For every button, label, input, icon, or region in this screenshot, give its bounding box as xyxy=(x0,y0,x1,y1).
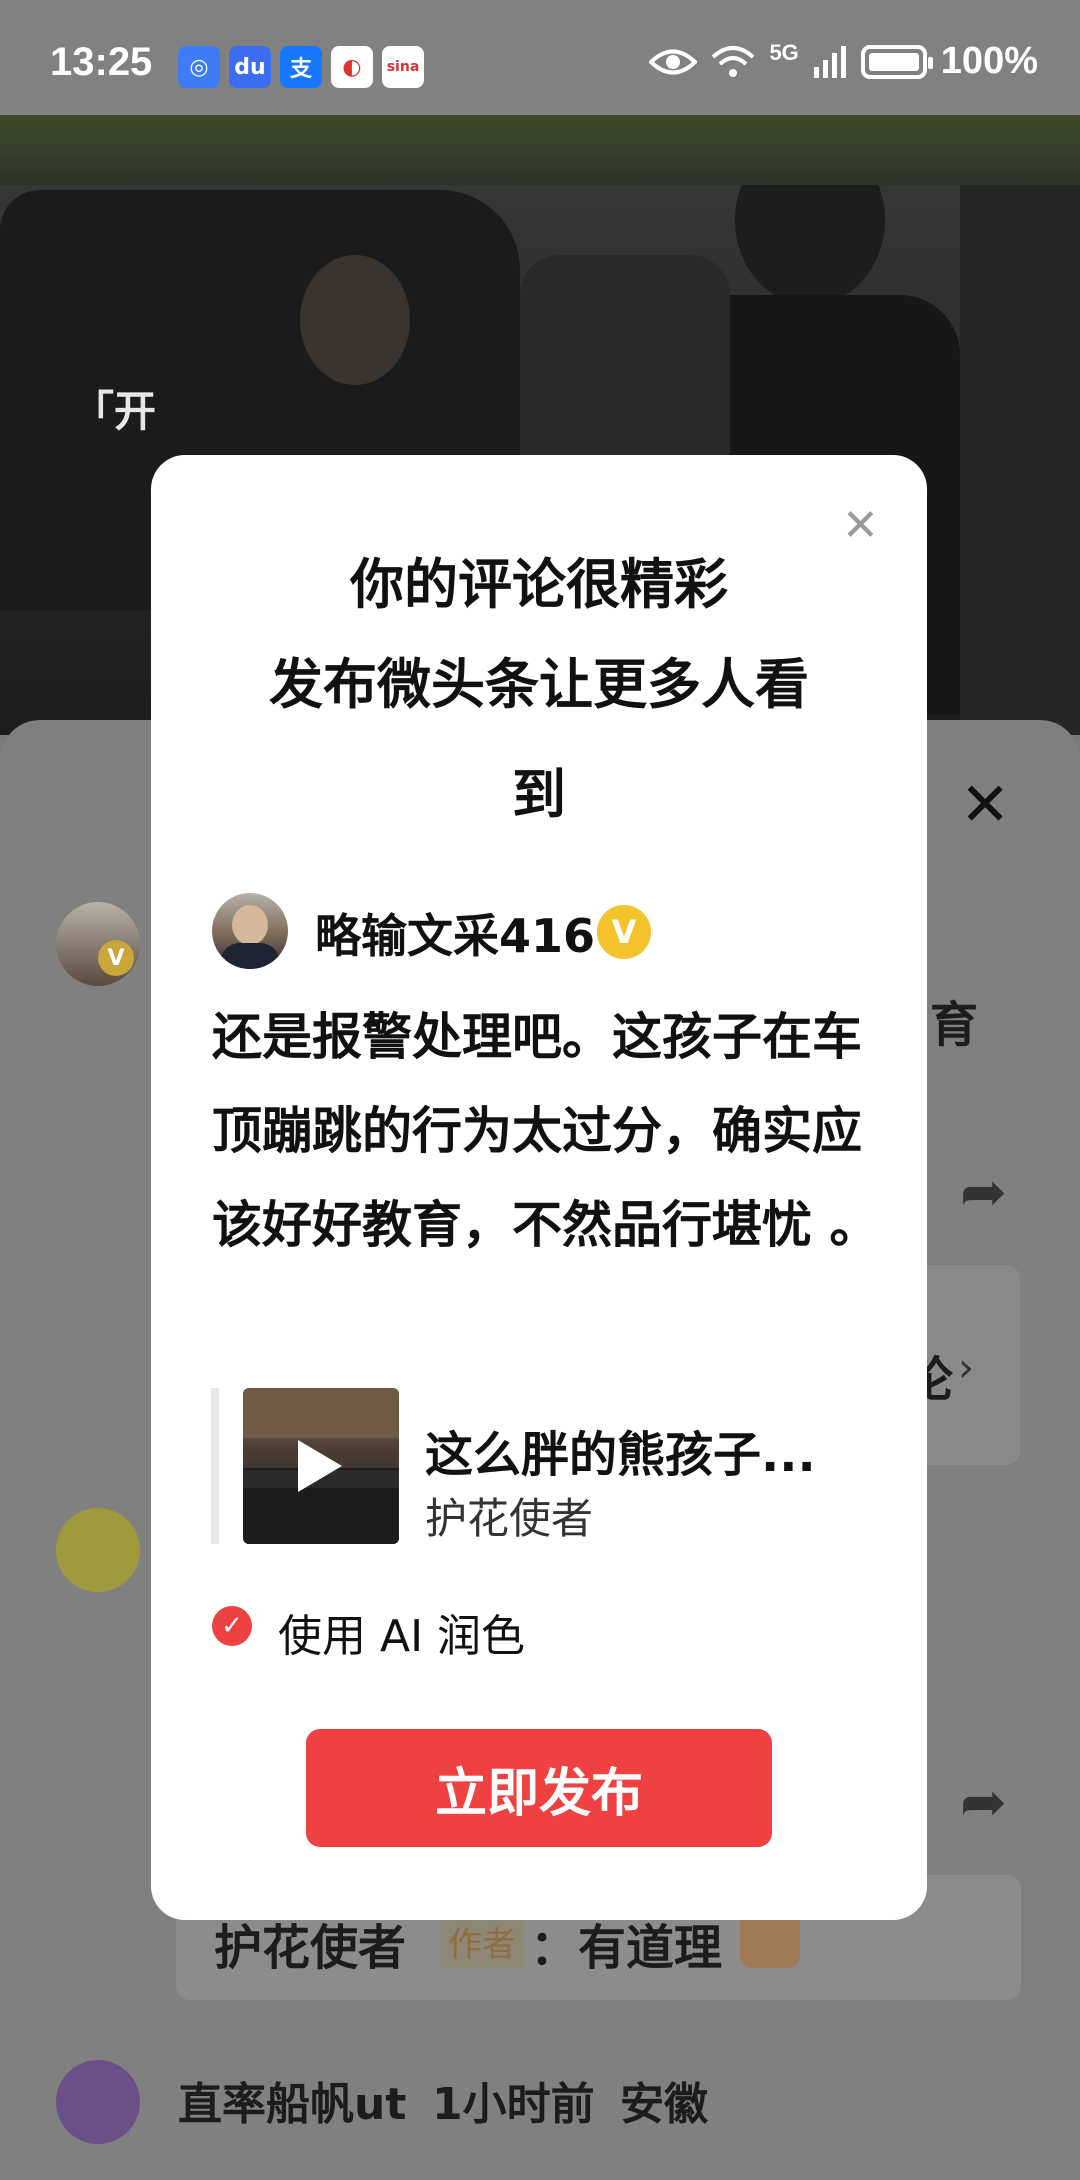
chevron-right-icon[interactable]: › xyxy=(958,1345,974,1391)
ai-polish-label[interactable]: 使用 AI 润色 xyxy=(278,1600,525,1664)
play-icon xyxy=(298,1440,342,1492)
quote-divider xyxy=(211,1388,219,1544)
close-icon[interactable]: ✕ xyxy=(960,770,1010,840)
publish-button[interactable]: 立即发布 xyxy=(306,1729,772,1847)
sina-icon: sina xyxy=(382,46,424,88)
baidu-icon: du xyxy=(229,46,271,88)
video-caption: 「开 xyxy=(72,387,157,436)
comment-time: 1小时前 xyxy=(432,2079,595,2130)
close-icon[interactable]: ✕ xyxy=(842,500,879,551)
video-scene-trees xyxy=(0,115,1080,185)
network-type: 5G xyxy=(769,40,799,65)
author-tag: 作者 xyxy=(440,1915,524,1968)
browser-icon: ◐ xyxy=(331,46,373,88)
avatar[interactable] xyxy=(56,1508,140,1592)
signal-icon xyxy=(813,45,846,78)
quoted-article-title[interactable]: 这么胖的熊孩子... xyxy=(425,1415,816,1485)
battery-level: 100% xyxy=(940,40,1038,82)
battery-icon xyxy=(860,44,933,79)
checkbox-checked-icon[interactable]: ✓ xyxy=(212,1606,252,1646)
verified-badge-icon: V xyxy=(597,905,651,959)
comment-location: 安徽 xyxy=(620,2079,708,2130)
thumbs-up-icon xyxy=(740,1912,800,1968)
alipay-icon: 支 xyxy=(280,46,322,88)
dialog-title: 你的评论很精彩 发布微头条让更多人看 到 xyxy=(151,545,927,835)
wifi-icon xyxy=(712,45,755,77)
share-icon[interactable]: ➦ xyxy=(960,1160,1007,1225)
user-name: 略输文采416 xyxy=(315,909,596,963)
avatar[interactable] xyxy=(56,2060,140,2144)
dialog-title-line: 发布微头条让更多人看 xyxy=(269,653,809,716)
status-indicators: 5G 100% xyxy=(649,40,1038,83)
share-icon[interactable]: ➦ xyxy=(960,1770,1007,1835)
dialog-title-line: 到 xyxy=(512,763,566,826)
scan-app-icon: ◎ xyxy=(178,46,220,88)
comment-text: 还是报警处理吧。这孩子在车顶蹦跳的行为太过分，确实应该好好教育，不然品行堪忧 。 xyxy=(212,1008,880,1254)
status-time: 13:25 xyxy=(50,40,153,84)
comment-username[interactable]: 直率船帆ut xyxy=(178,2068,406,2132)
avatar xyxy=(212,893,288,969)
eye-icon xyxy=(649,49,698,74)
comment-text-partial: 育 xyxy=(930,997,979,1053)
dialog-title-line: 你的评论很精彩 xyxy=(350,553,728,616)
video-scene-person xyxy=(300,255,410,385)
quoted-article-author: 护花使者 xyxy=(425,1494,594,1543)
video-scene-car xyxy=(960,115,1080,735)
verified-badge-icon: V xyxy=(98,940,134,976)
